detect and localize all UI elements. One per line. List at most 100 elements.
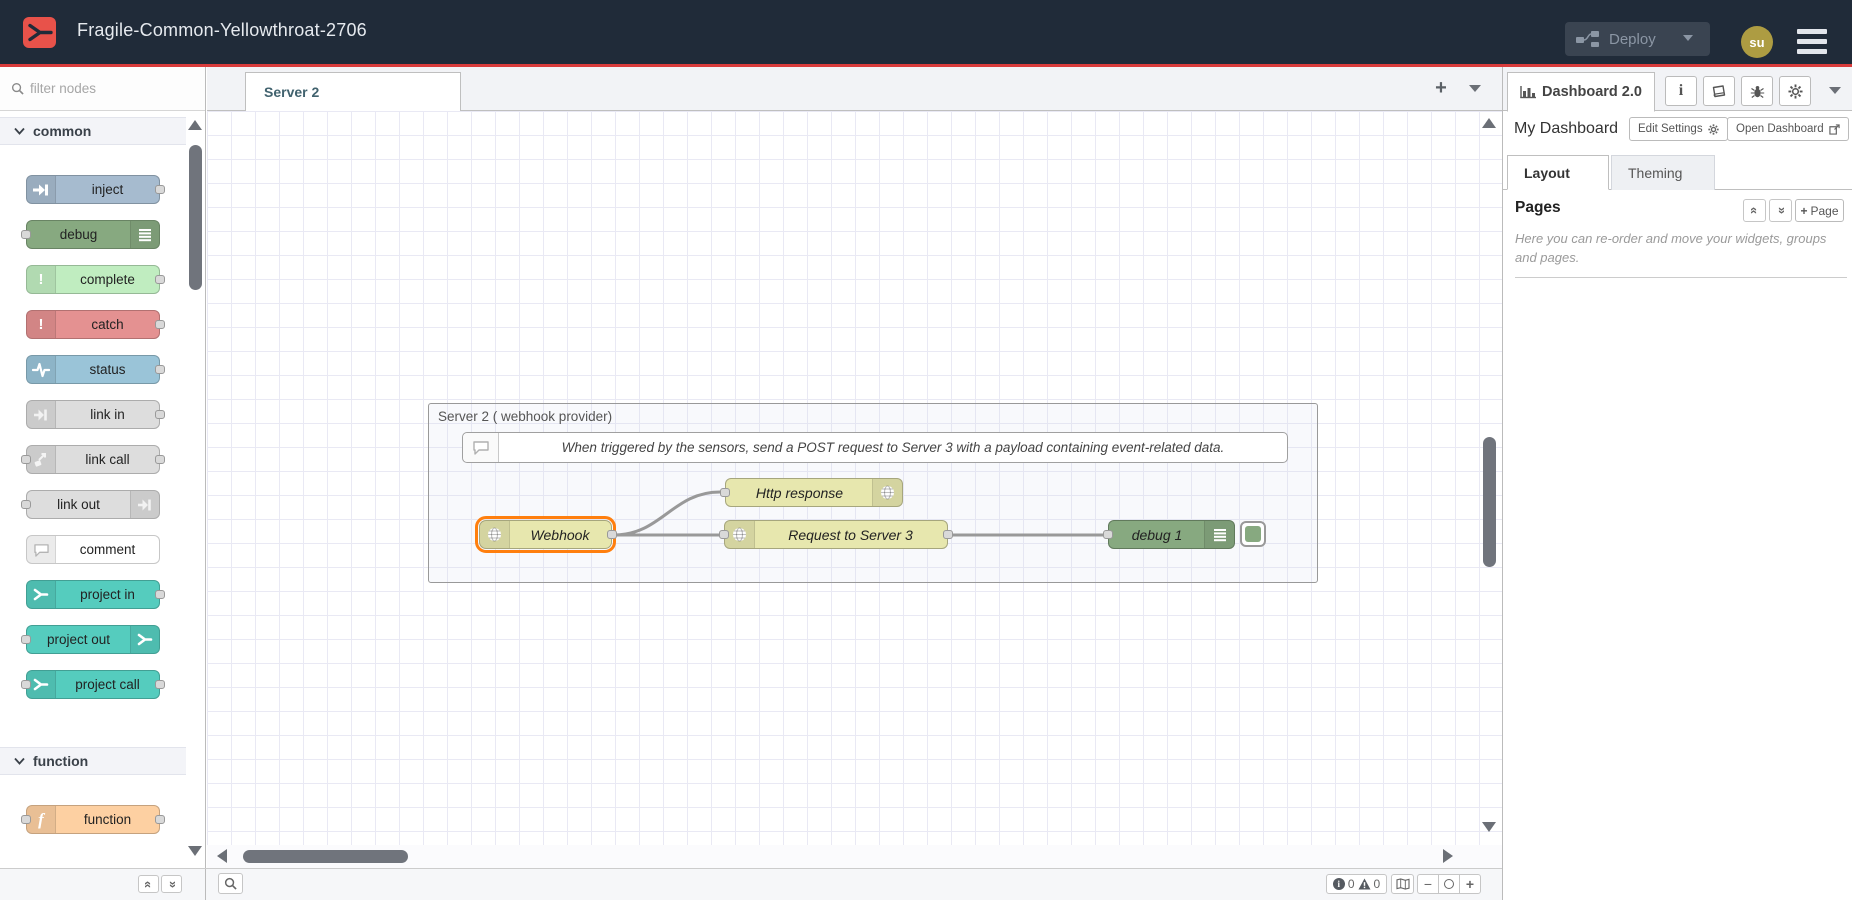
zoom-reset-icon bbox=[1444, 879, 1454, 889]
dashboard-name: My Dashboard bbox=[1514, 120, 1618, 138]
warning-count: 0 bbox=[1374, 877, 1381, 891]
input-port[interactable] bbox=[1103, 530, 1113, 539]
output-port bbox=[155, 185, 165, 194]
search-flows-button[interactable] bbox=[218, 873, 243, 894]
flow-grid[interactable]: Server 2 ( webhook provider) When trigge… bbox=[207, 111, 1502, 845]
palette-category-function[interactable]: function bbox=[0, 747, 186, 775]
flow-node-request-to-server3[interactable]: Request to Server 3 bbox=[724, 520, 948, 549]
page-move-down-button[interactable]: « bbox=[1769, 199, 1792, 222]
zoom-out-button[interactable]: − bbox=[1417, 874, 1439, 894]
palette-filter-input[interactable]: filter nodes bbox=[0, 67, 205, 111]
edit-settings-button[interactable]: Edit Settings bbox=[1629, 117, 1728, 141]
link-call-icon bbox=[27, 446, 56, 473]
canvas-scroll-left-arrow[interactable] bbox=[217, 849, 227, 863]
palette-node-catch[interactable]: ! catch bbox=[26, 310, 160, 339]
canvas-scroll-right-arrow[interactable] bbox=[1443, 849, 1453, 863]
palette-node-link-call[interactable]: link call bbox=[26, 445, 160, 474]
list-icon bbox=[1204, 521, 1234, 548]
pages-title: Pages bbox=[1515, 199, 1561, 217]
palette-node-link-out[interactable]: link out bbox=[26, 490, 160, 519]
exclamation-icon: ! bbox=[27, 311, 56, 338]
palette-node-project-in[interactable]: project in bbox=[26, 580, 160, 609]
bar-chart-icon bbox=[1520, 85, 1536, 99]
add-flow-button[interactable]: + bbox=[1427, 75, 1455, 103]
palette-node-debug[interactable]: debug bbox=[26, 220, 160, 249]
canvas-scroll-up-arrow[interactable] bbox=[1482, 118, 1496, 128]
flow-node-webhook[interactable]: Webhook bbox=[479, 520, 612, 549]
globe-icon bbox=[872, 479, 902, 506]
settings-tab-button[interactable] bbox=[1779, 76, 1811, 106]
palette-scrollbar-thumb[interactable] bbox=[189, 145, 202, 290]
tab-dashboard-2[interactable]: Dashboard 2.0 bbox=[1507, 72, 1655, 112]
flow-node-http-response[interactable]: Http response bbox=[725, 478, 903, 507]
output-port[interactable] bbox=[607, 530, 617, 539]
input-port[interactable] bbox=[719, 530, 729, 539]
palette-footer: « « bbox=[0, 869, 206, 900]
map-icon bbox=[1396, 878, 1410, 890]
tab-theming[interactable]: Theming bbox=[1611, 155, 1715, 190]
help-tab-button[interactable] bbox=[1703, 76, 1735, 106]
node-palette: filter nodes common inject debug ! comple… bbox=[0, 67, 206, 868]
notification-counts[interactable]: i 0 0 bbox=[1326, 874, 1387, 894]
workspace-tabbar: Server 2 + bbox=[207, 67, 1502, 111]
canvas-scroll-down-arrow[interactable] bbox=[1482, 822, 1496, 832]
palette-node-inject[interactable]: inject bbox=[26, 175, 160, 204]
palette-node-project-call[interactable]: project call bbox=[26, 670, 160, 699]
zoom-in-button[interactable]: + bbox=[1459, 874, 1481, 894]
wire[interactable] bbox=[614, 492, 720, 535]
gear-icon bbox=[1708, 124, 1719, 135]
main-menu-button[interactable] bbox=[1797, 29, 1827, 55]
navigator-button[interactable] bbox=[1391, 874, 1414, 894]
palette-expand-all-button[interactable]: « bbox=[161, 875, 182, 893]
palette-node-link-in[interactable]: link in bbox=[26, 400, 160, 429]
output-port[interactable] bbox=[943, 530, 953, 539]
ghost-arrow-icon bbox=[130, 491, 159, 518]
deploy-caret-icon[interactable] bbox=[1683, 35, 1693, 41]
flow-node-debug-1[interactable]: debug 1 bbox=[1108, 520, 1235, 549]
input-port bbox=[21, 455, 31, 464]
dashboard-subtabs: Layout Theming bbox=[1503, 148, 1852, 190]
palette-node-complete[interactable]: ! complete bbox=[26, 265, 160, 294]
node-red-editor: Fragile-Common-Yellowthroat-2706 Deploy … bbox=[0, 0, 1852, 900]
inject-icon bbox=[27, 176, 56, 203]
input-port bbox=[21, 500, 31, 509]
list-icon bbox=[130, 221, 159, 248]
book-icon bbox=[1712, 84, 1727, 98]
gear-icon bbox=[1788, 84, 1803, 99]
canvas-vscrollbar-thumb[interactable] bbox=[1483, 437, 1496, 567]
deploy-button[interactable]: Deploy bbox=[1565, 22, 1710, 56]
open-dashboard-button[interactable]: Open Dashboard bbox=[1727, 117, 1849, 141]
project-icon bbox=[130, 626, 159, 653]
canvas-hscrollbar-thumb[interactable] bbox=[243, 850, 408, 863]
palette-category-common[interactable]: common bbox=[0, 117, 186, 145]
palette-collapse-all-button[interactable]: « bbox=[138, 875, 159, 893]
debug-enable-toggle[interactable] bbox=[1240, 521, 1266, 547]
function-icon: f bbox=[27, 806, 56, 833]
palette-node-project-out[interactable]: project out bbox=[26, 625, 160, 654]
page-move-up-button[interactable]: « bbox=[1743, 199, 1766, 222]
zoom-reset-button[interactable] bbox=[1438, 874, 1460, 894]
debug-tab-button[interactable] bbox=[1741, 76, 1773, 106]
palette-node-comment[interactable]: comment bbox=[26, 535, 160, 564]
info-icon: i bbox=[1679, 82, 1683, 100]
info-tab-button[interactable]: i bbox=[1665, 76, 1697, 106]
flow-list-caret-icon[interactable] bbox=[1469, 85, 1481, 92]
bubble-icon bbox=[27, 536, 56, 563]
project-icon bbox=[27, 671, 56, 698]
add-page-button[interactable]: + Page bbox=[1795, 199, 1844, 222]
palette-scroll-down-arrow[interactable] bbox=[188, 846, 202, 856]
input-port[interactable] bbox=[720, 488, 730, 497]
palette-node-function[interactable]: f function bbox=[26, 805, 160, 834]
user-avatar[interactable]: su bbox=[1741, 26, 1773, 58]
comment-node[interactable]: When triggered by the sensors, send a PO… bbox=[462, 432, 1288, 463]
tab-layout[interactable]: Layout bbox=[1507, 155, 1609, 190]
separator bbox=[1515, 277, 1847, 278]
dashboard-tab-label: Dashboard 2.0 bbox=[1542, 84, 1642, 100]
tab-server-2[interactable]: Server 2 bbox=[245, 72, 461, 111]
palette-scroll-up-arrow[interactable] bbox=[188, 120, 202, 130]
warning-icon bbox=[1358, 878, 1371, 890]
output-port bbox=[155, 590, 165, 599]
palette-node-status[interactable]: status bbox=[26, 355, 160, 384]
bottom-toolbar: « « i 0 0 − + bbox=[0, 868, 1502, 900]
sidebar-tabs-caret-icon[interactable] bbox=[1829, 87, 1841, 94]
